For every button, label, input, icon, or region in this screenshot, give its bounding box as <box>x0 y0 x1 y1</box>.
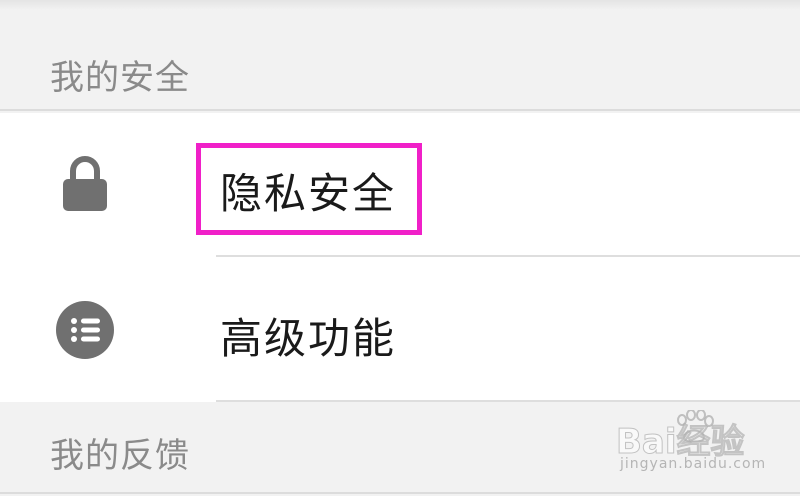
lock-icon <box>63 156 107 211</box>
baidu-jingyan-watermark: Bai经验 jingyan.baidu.com <box>612 410 792 480</box>
watermark-url: jingyan.baidu.com <box>620 456 767 472</box>
highlight-box <box>196 143 422 235</box>
divider <box>216 255 800 257</box>
section-title-feedback: 我的反馈 <box>50 436 190 476</box>
item-label-advanced: 高级功能 <box>220 314 397 363</box>
top-edge <box>0 0 800 10</box>
list-icon <box>56 301 114 359</box>
section-title-security: 我的安全 <box>50 58 190 98</box>
list-item-advanced-features[interactable]: 高级功能 <box>0 258 800 401</box>
list-item-privacy-security[interactable]: 隐私安全 <box>0 113 800 257</box>
security-list: 隐私安全 高级功能 <box>0 113 800 402</box>
section-header-security: 我的安全 <box>0 10 800 111</box>
